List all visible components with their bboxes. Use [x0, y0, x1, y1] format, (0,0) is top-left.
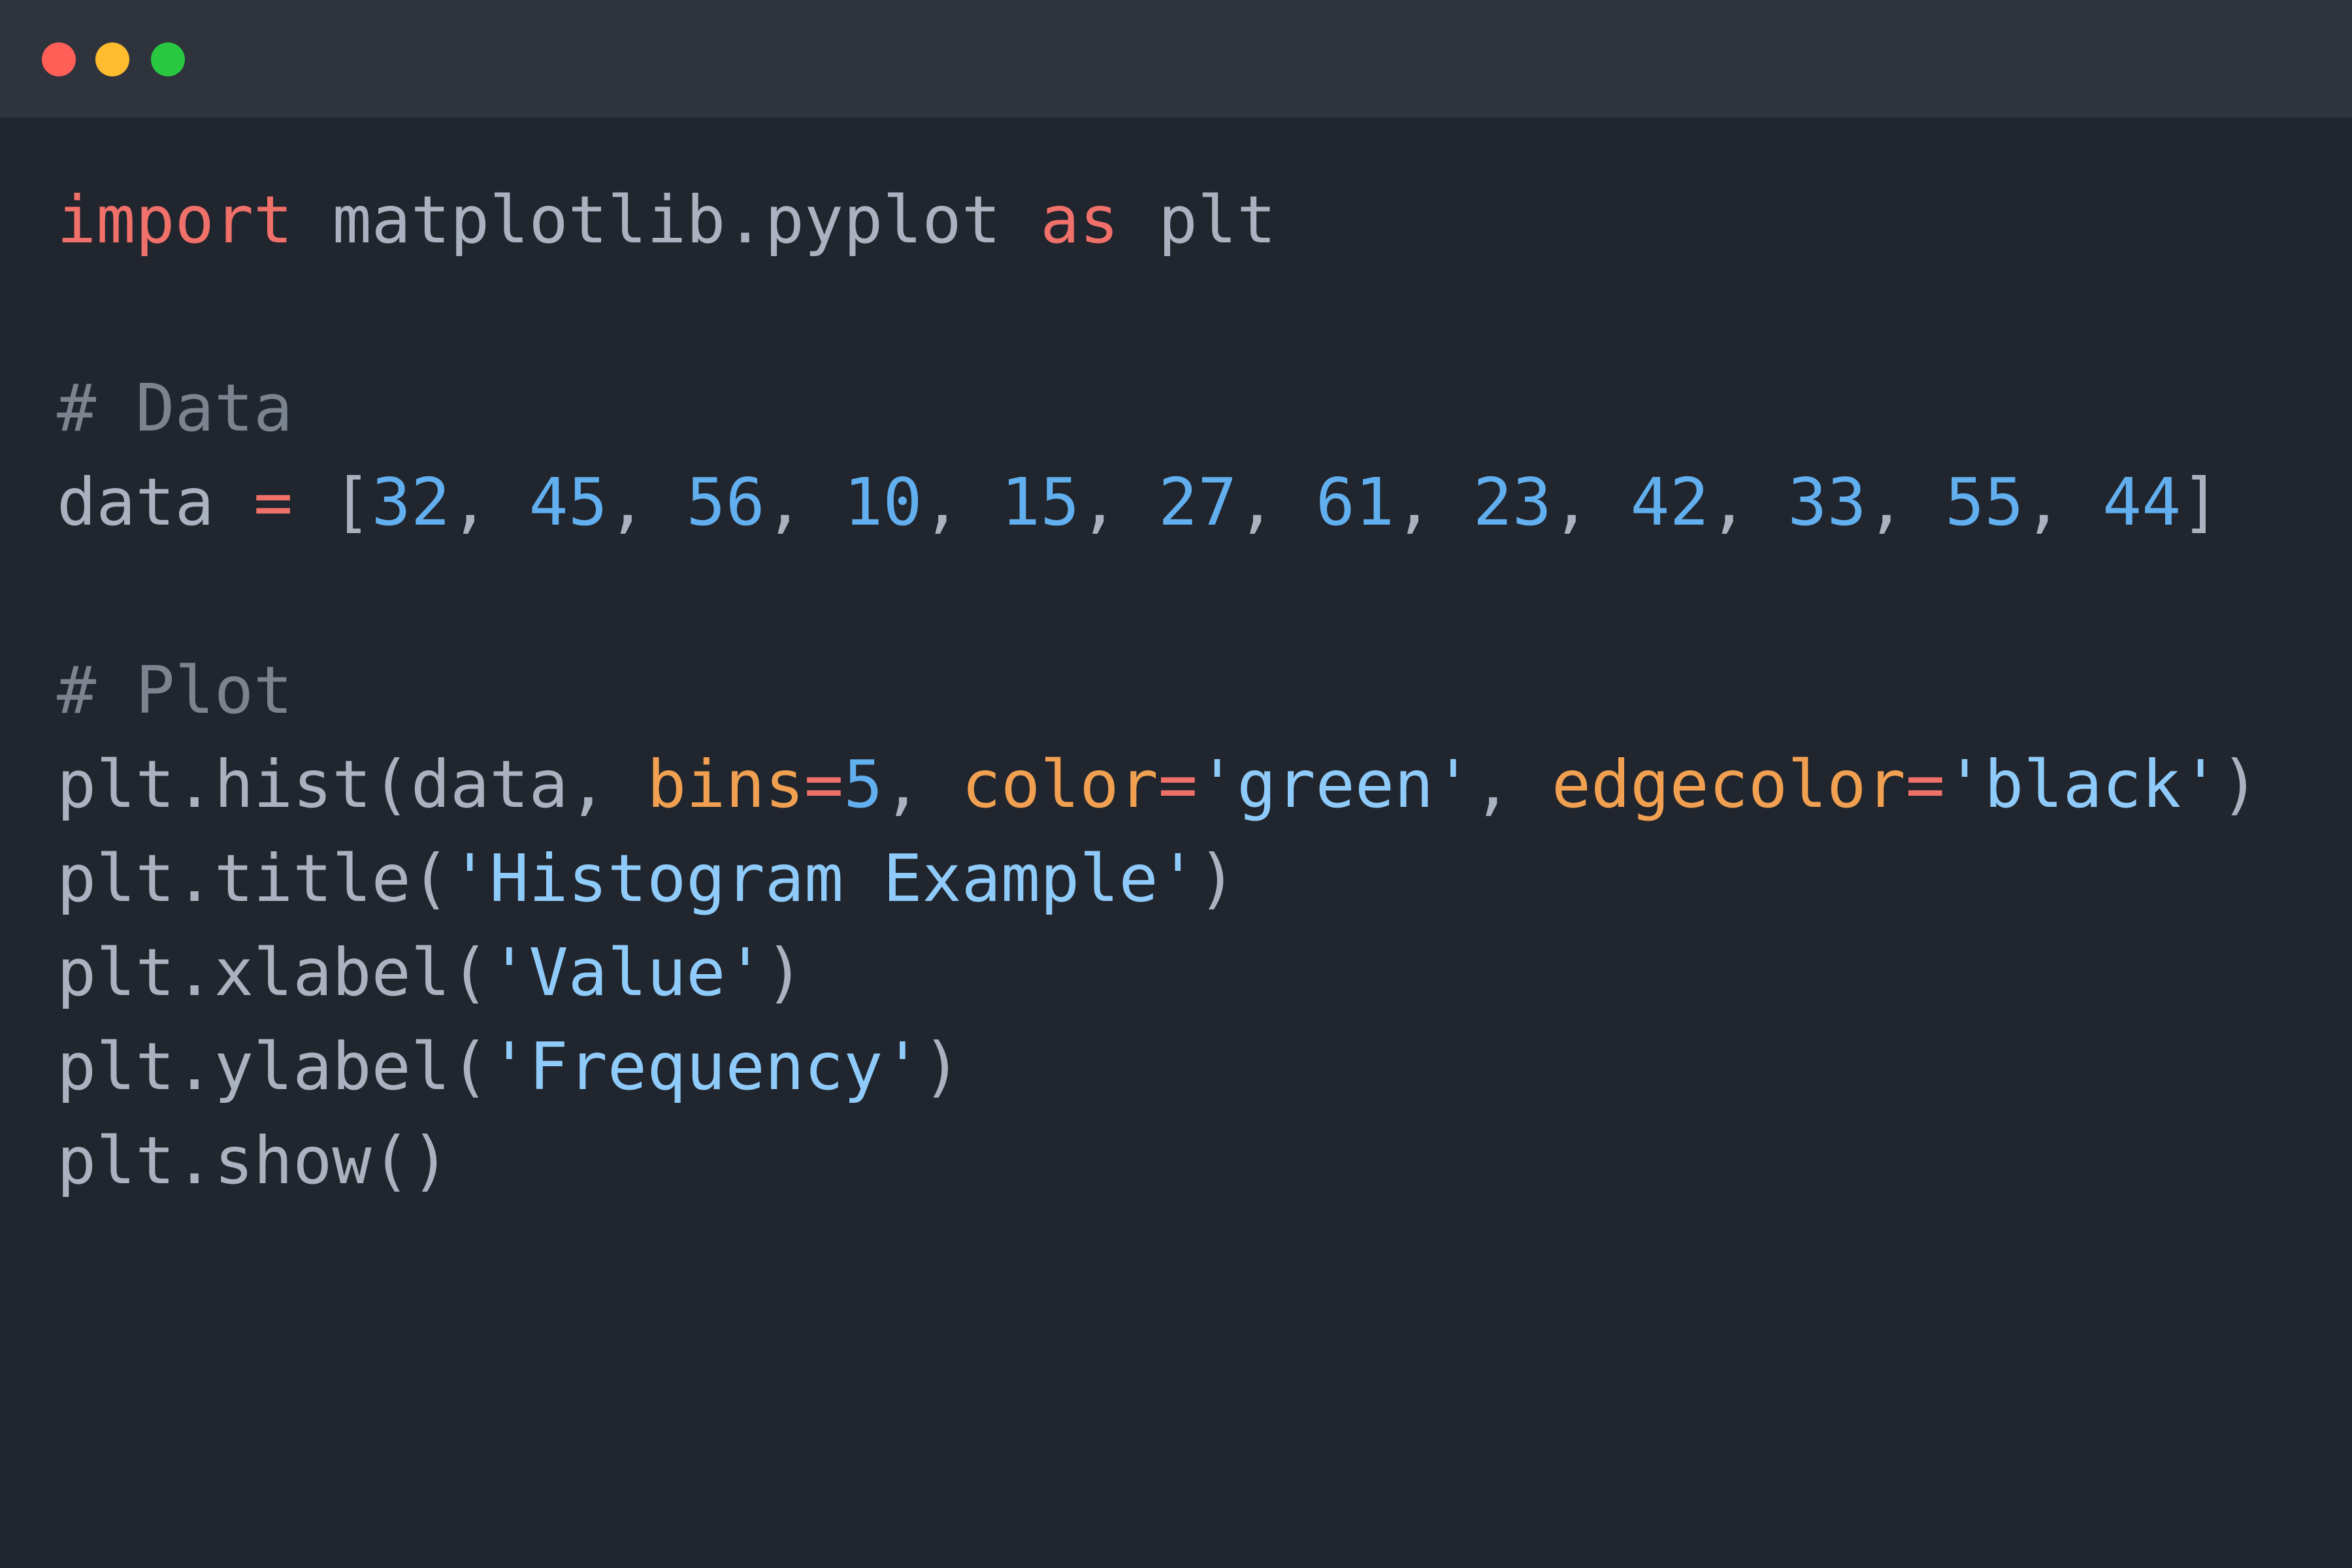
code-token-num: 56: [686, 464, 765, 540]
code-token-plain: ]: [2181, 464, 2221, 540]
code-token-str: 'green': [1198, 746, 1473, 823]
code-token-plain: ): [2220, 746, 2260, 823]
code-token-plain: ,: [922, 464, 1002, 540]
code-token-plain: [: [293, 464, 372, 540]
code-token-num: 44: [2102, 464, 2181, 540]
code-token-plain: ,: [764, 464, 844, 540]
code-token-plain: ): [1197, 840, 1237, 917]
code-token-num: 5: [843, 746, 883, 823]
code-token-str: 'black': [1944, 746, 2221, 823]
code-token-kw: as: [1040, 182, 1119, 258]
code-token-num: 45: [529, 464, 608, 540]
code-token-num: 23: [1473, 464, 1552, 540]
code-token-op: =: [804, 746, 844, 823]
code-editor[interactable]: import matplotlib.pyplot as plt​# Datada…: [57, 173, 2352, 1208]
code-token-plain: plt: [1119, 182, 1277, 258]
code-token-num: 61: [1315, 464, 1395, 540]
code-token-num: 42: [1630, 464, 1709, 540]
code-line: # Plot: [57, 644, 2352, 738]
code-token-num: 32: [371, 464, 451, 540]
code-token-plain: ,: [450, 464, 529, 540]
code-token-num: 27: [1158, 464, 1237, 540]
code-token-arg: bins: [647, 746, 804, 823]
code-token-comment: # Data: [57, 370, 293, 446]
maximize-window-button[interactable]: [151, 42, 185, 76]
code-token-str: 'Value': [489, 934, 765, 1011]
code-token-plain: ,: [1552, 464, 1631, 540]
minimize-window-button[interactable]: [95, 42, 129, 76]
code-line: plt.show(): [57, 1114, 2352, 1208]
code-line: plt.title('Histogram Example'): [57, 832, 2352, 926]
code-token-plain: ): [764, 934, 804, 1011]
code-token-arg: edgecolor: [1551, 746, 1906, 823]
code-token-str: 'Histogram Example': [450, 840, 1198, 917]
code-token-plain: plt.show(): [57, 1122, 451, 1199]
code-token-plain: ,: [883, 746, 962, 823]
code-token-op: =: [1158, 746, 1198, 823]
code-token-plain: ): [922, 1028, 962, 1105]
code-line: ​: [57, 549, 2352, 644]
code-line: data = [32, 45, 56, 10, 15, 27, 61, 23, …: [57, 455, 2352, 549]
code-token-num: 33: [1788, 464, 1867, 540]
code-token-kw: import: [57, 182, 293, 258]
code-token-plain: ,: [607, 464, 687, 540]
code-token-plain: ,: [1394, 464, 1473, 540]
code-token-plain: plt.title(: [57, 840, 451, 917]
code-token-plain: plt.hist(data,: [57, 746, 647, 823]
code-token-plain: ,: [2023, 464, 2102, 540]
code-token-arg: color: [961, 746, 1158, 823]
code-line: plt.ylabel('Frequency'): [57, 1020, 2352, 1114]
code-token-num: 10: [843, 464, 923, 540]
window-titlebar: [0, 0, 2352, 118]
code-line: plt.hist(data, bins=5, color='green', ed…: [57, 738, 2352, 832]
code-token-num: 15: [1001, 464, 1080, 540]
code-token-plain: ,: [1079, 464, 1158, 540]
code-line: # Data: [57, 361, 2352, 455]
code-token-op: =: [253, 464, 293, 540]
code-token-plain: ,: [1708, 464, 1788, 540]
code-token-plain: ,: [1237, 464, 1316, 540]
close-window-button[interactable]: [42, 42, 76, 76]
code-token-plain: ,: [1473, 746, 1552, 823]
code-token-comment: # Plot: [57, 652, 293, 728]
code-token-plain: matplotlib.pyplot: [293, 182, 1041, 258]
code-token-num: 55: [1945, 464, 2024, 540]
code-token-str: 'Frequency': [489, 1028, 923, 1105]
code-token-op: =: [1905, 746, 1945, 823]
code-line: ​: [57, 267, 2352, 361]
code-token-plain: ,: [1866, 464, 1946, 540]
code-line: plt.xlabel('Value'): [57, 926, 2352, 1020]
code-token-plain: plt.xlabel(: [57, 934, 490, 1011]
code-token-plain: plt.ylabel(: [57, 1028, 490, 1105]
code-line: import matplotlib.pyplot as plt: [57, 173, 2352, 267]
code-token-plain: data: [57, 464, 254, 540]
